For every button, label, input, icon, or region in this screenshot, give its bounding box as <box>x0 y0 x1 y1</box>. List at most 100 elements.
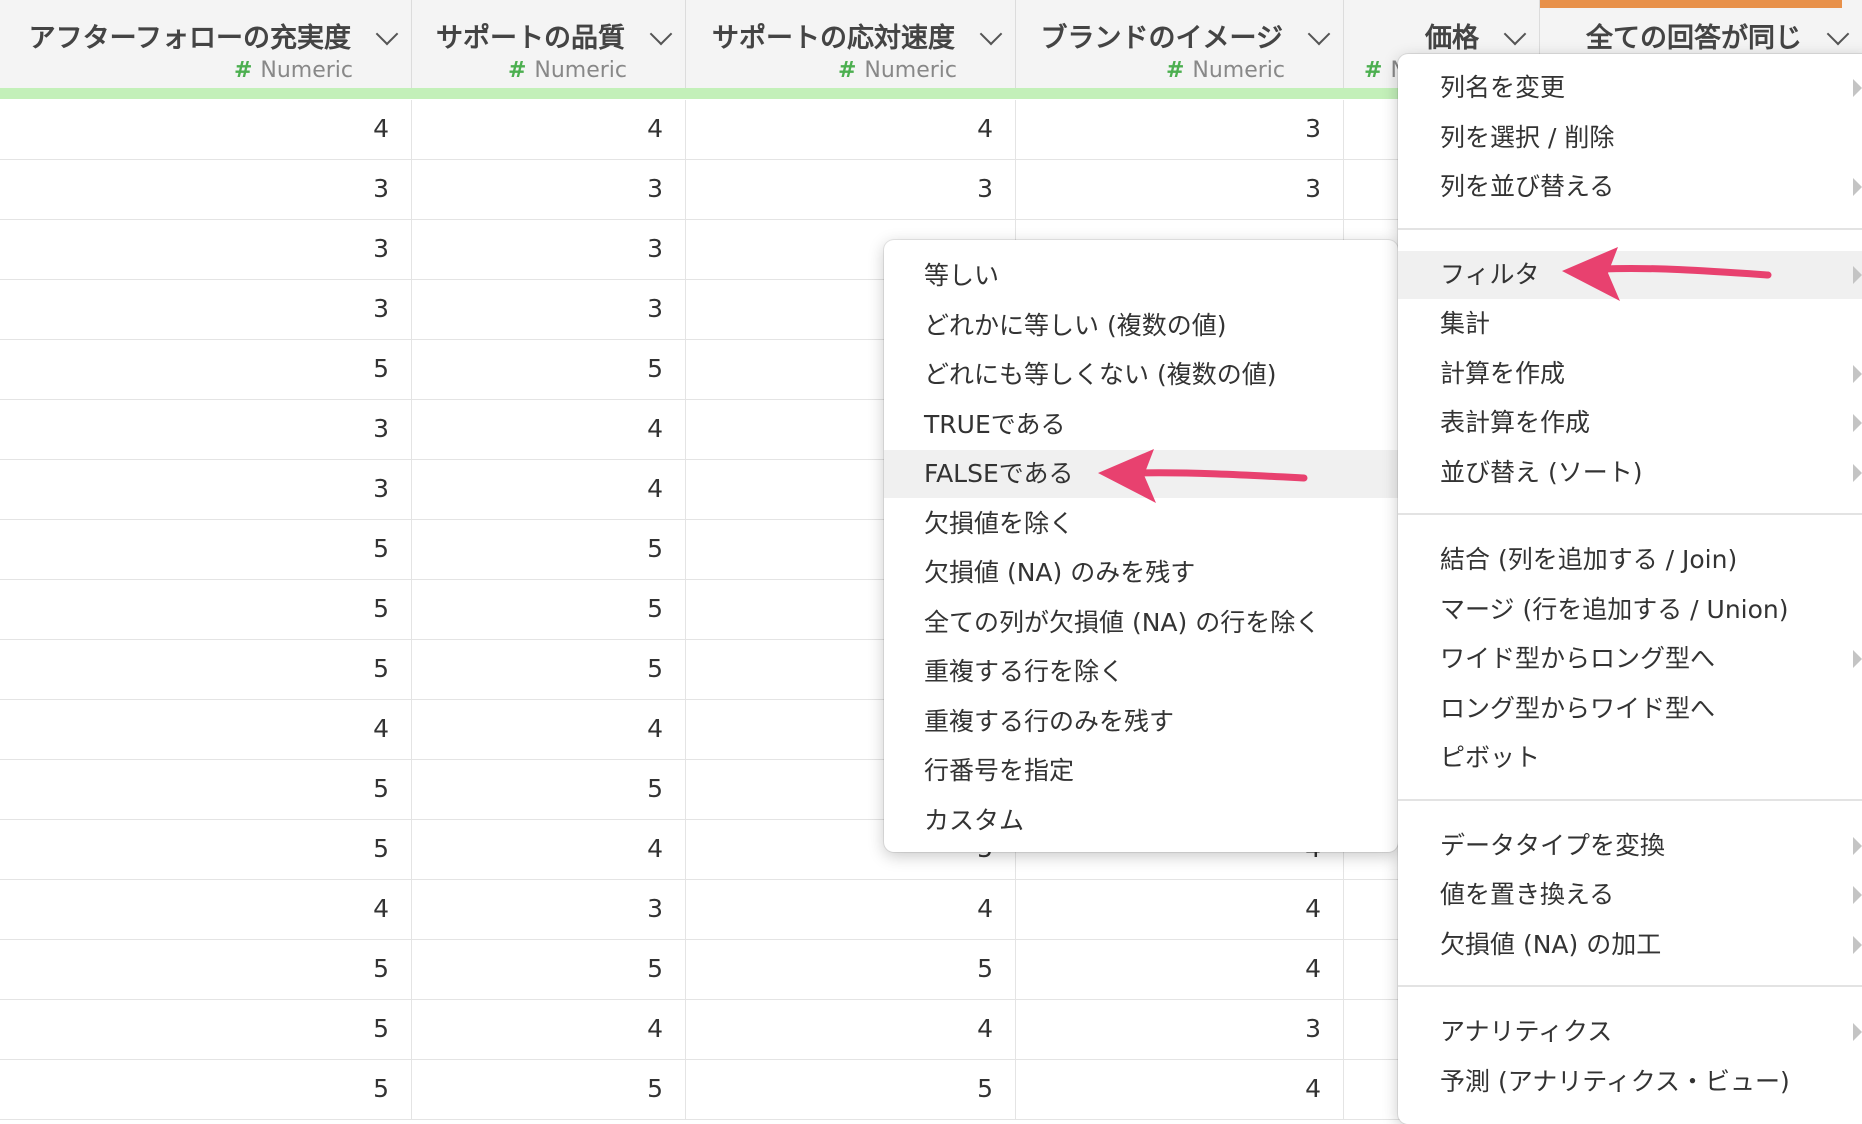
table-cell[interactable]: 5 <box>0 1060 412 1120</box>
filter-menu-item[interactable]: 等しい <box>884 252 1398 300</box>
table-cell[interactable]: 5 <box>686 1060 1016 1120</box>
table-cell[interactable]: 4 <box>412 400 686 460</box>
table-cell[interactable]: 5 <box>412 1060 686 1120</box>
column-menu-item[interactable]: 計算を作成 <box>1398 350 1862 398</box>
menu-item-label: マージ (行を追加する / Union) <box>1440 594 1789 624</box>
table-cell[interactable]: 5 <box>0 640 412 700</box>
filter-menu-item[interactable]: 重複する行を除く <box>884 648 1398 696</box>
menu-separator <box>1398 227 1862 230</box>
table-cell[interactable]: 4 <box>686 880 1016 940</box>
selected-column-indicator <box>1540 0 1842 8</box>
table-cell[interactable]: 4 <box>1016 880 1344 940</box>
table-cell[interactable]: 4 <box>1016 1060 1344 1120</box>
table-cell[interactable]: 4 <box>412 820 686 880</box>
chevron-down-icon[interactable] <box>649 22 673 46</box>
table-cell[interactable]: 5 <box>0 520 412 580</box>
table-cell[interactable]: 3 <box>0 220 412 280</box>
table-cell[interactable]: 5 <box>0 340 412 400</box>
table-cell[interactable]: 4 <box>0 100 412 160</box>
column-menu-item[interactable]: 列を並び替える <box>1398 163 1862 211</box>
table-cell[interactable]: 4 <box>412 460 686 520</box>
chevron-down-icon[interactable] <box>979 22 1003 46</box>
column-menu-item[interactable]: 欠損値 (NA) の加工 <box>1398 921 1862 969</box>
menu-item-label: FALSEである <box>924 459 1074 488</box>
menu-item-label: ロング型からワイド型へ <box>1440 693 1716 723</box>
table-cell[interactable]: 4 <box>412 100 686 160</box>
table-cell[interactable]: 3 <box>686 160 1016 220</box>
chevron-down-icon[interactable] <box>375 22 399 46</box>
filter-menu-item[interactable]: 欠損値 (NA) のみを残す <box>884 549 1398 597</box>
table-cell[interactable]: 5 <box>0 940 412 1000</box>
table-cell[interactable]: 5 <box>412 340 686 400</box>
submenu-arrow-icon <box>1853 364 1862 383</box>
table-cell[interactable]: 3 <box>0 400 412 460</box>
submenu-arrow-icon <box>1853 886 1862 904</box>
column-menu-item[interactable]: 列名を変更 <box>1398 64 1862 112</box>
filter-menu-item[interactable]: 全ての列が欠損値 (NA) の行を除く <box>884 599 1398 647</box>
table-cell[interactable]: 3 <box>0 160 412 220</box>
table-cell[interactable]: 3 <box>1016 100 1344 160</box>
column-menu-item[interactable]: アナリティクス <box>1398 1008 1862 1056</box>
column-context-menu: 列名を変更 列を選択 / 削除 列を並び替える フィルタ 集計 計算を作成 表計算を作成 並び… <box>1398 54 1862 1124</box>
table-cell[interactable]: 5 <box>0 760 412 820</box>
table-cell[interactable]: 5 <box>0 820 412 880</box>
table-cell[interactable]: 4 <box>686 1000 1016 1060</box>
chevron-down-icon[interactable] <box>1503 22 1527 46</box>
table-cell[interactable]: 4 <box>1016 940 1344 1000</box>
column-menu-item[interactable]: 列を選択 / 削除 <box>1398 114 1862 162</box>
table-cell[interactable]: 3 <box>0 460 412 520</box>
menu-item-label: 結合 (列を追加する / Join) <box>1440 545 1738 574</box>
column-header-support-quality[interactable]: サポートの品質 # Numeric <box>412 0 686 88</box>
filter-menu-item[interactable]: 行番号を指定 <box>884 747 1398 795</box>
table-cell[interactable]: 5 <box>412 940 686 1000</box>
table-cell[interactable]: 3 <box>412 160 686 220</box>
table-cell[interactable]: 5 <box>686 940 1016 1000</box>
column-header-brand-image[interactable]: ブランドのイメージ # Numeric <box>1016 0 1344 88</box>
menu-separator <box>1398 985 1862 987</box>
column-menu-item[interactable]: ピボット <box>1398 734 1862 782</box>
table-cell[interactable]: 5 <box>0 1000 412 1060</box>
table-cell[interactable]: 3 <box>412 280 686 340</box>
column-menu-item[interactable]: データタイプを変換 <box>1398 822 1862 870</box>
column-header-support-speed[interactable]: サポートの応対速度 # Numeric <box>686 0 1016 88</box>
menu-separator <box>1398 798 1862 801</box>
table-cell[interactable]: 4 <box>686 100 1016 160</box>
column-menu-item[interactable]: ワイド型からロング型へ <box>1398 635 1862 683</box>
table-cell[interactable]: 3 <box>412 880 686 940</box>
column-menu-item[interactable]: 予測 (アナリティクス・ビュー) <box>1398 1058 1862 1106</box>
chevron-down-icon[interactable] <box>1307 22 1331 46</box>
table-cell[interactable]: 4 <box>0 700 412 760</box>
column-menu-item[interactable]: ロング型からワイド型へ <box>1398 685 1862 733</box>
table-cell[interactable]: 3 <box>1016 1000 1344 1060</box>
submenu-arrow-icon <box>1853 463 1862 482</box>
filter-menu-item[interactable]: どれにも等しくない (複数の値) <box>884 351 1398 399</box>
submenu-arrow-icon <box>1853 414 1862 432</box>
table-cell[interactable]: 5 <box>412 580 686 640</box>
callout-arrow-false <box>1098 449 1308 503</box>
table-cell[interactable]: 4 <box>412 700 686 760</box>
table-cell[interactable]: 4 <box>412 1000 686 1060</box>
menu-item-label: データタイプを変換 <box>1440 830 1666 860</box>
filter-menu-item[interactable]: TRUEである <box>884 401 1398 449</box>
table-cell[interactable]: 5 <box>412 520 686 580</box>
column-menu-item[interactable]: 値を置き換える <box>1398 871 1862 919</box>
table-cell[interactable]: 3 <box>0 280 412 340</box>
chevron-down-icon[interactable] <box>1826 22 1850 46</box>
table-cell[interactable]: 3 <box>1016 160 1344 220</box>
table-cell[interactable]: 5 <box>412 760 686 820</box>
filter-menu-item[interactable]: カスタム <box>884 797 1398 845</box>
menu-item-label: 等しい <box>924 261 1000 290</box>
filter-menu-item[interactable]: どれかに等しい (複数の値) <box>884 302 1398 350</box>
column-menu-item[interactable]: 結合 (列を追加する / Join) <box>1398 536 1862 584</box>
column-menu-item[interactable]: マージ (行を追加する / Union) <box>1398 586 1862 634</box>
table-cell[interactable]: 4 <box>0 880 412 940</box>
column-header-after-follow[interactable]: アフターフォローの充実度 # Numeric <box>0 0 412 88</box>
table-cell[interactable]: 5 <box>0 580 412 640</box>
table-cell[interactable]: 3 <box>412 220 686 280</box>
filter-menu-item[interactable]: 重複する行のみを残す <box>884 698 1398 746</box>
column-menu-item[interactable]: 表計算を作成 <box>1398 399 1862 447</box>
menu-item-label: どれにも等しくない (複数の値) <box>924 360 1277 389</box>
table-cell[interactable]: 5 <box>412 640 686 700</box>
menu-item-label: 計算を作成 <box>1440 358 1566 388</box>
column-menu-item[interactable]: 並び替え (ソート) <box>1398 449 1862 497</box>
